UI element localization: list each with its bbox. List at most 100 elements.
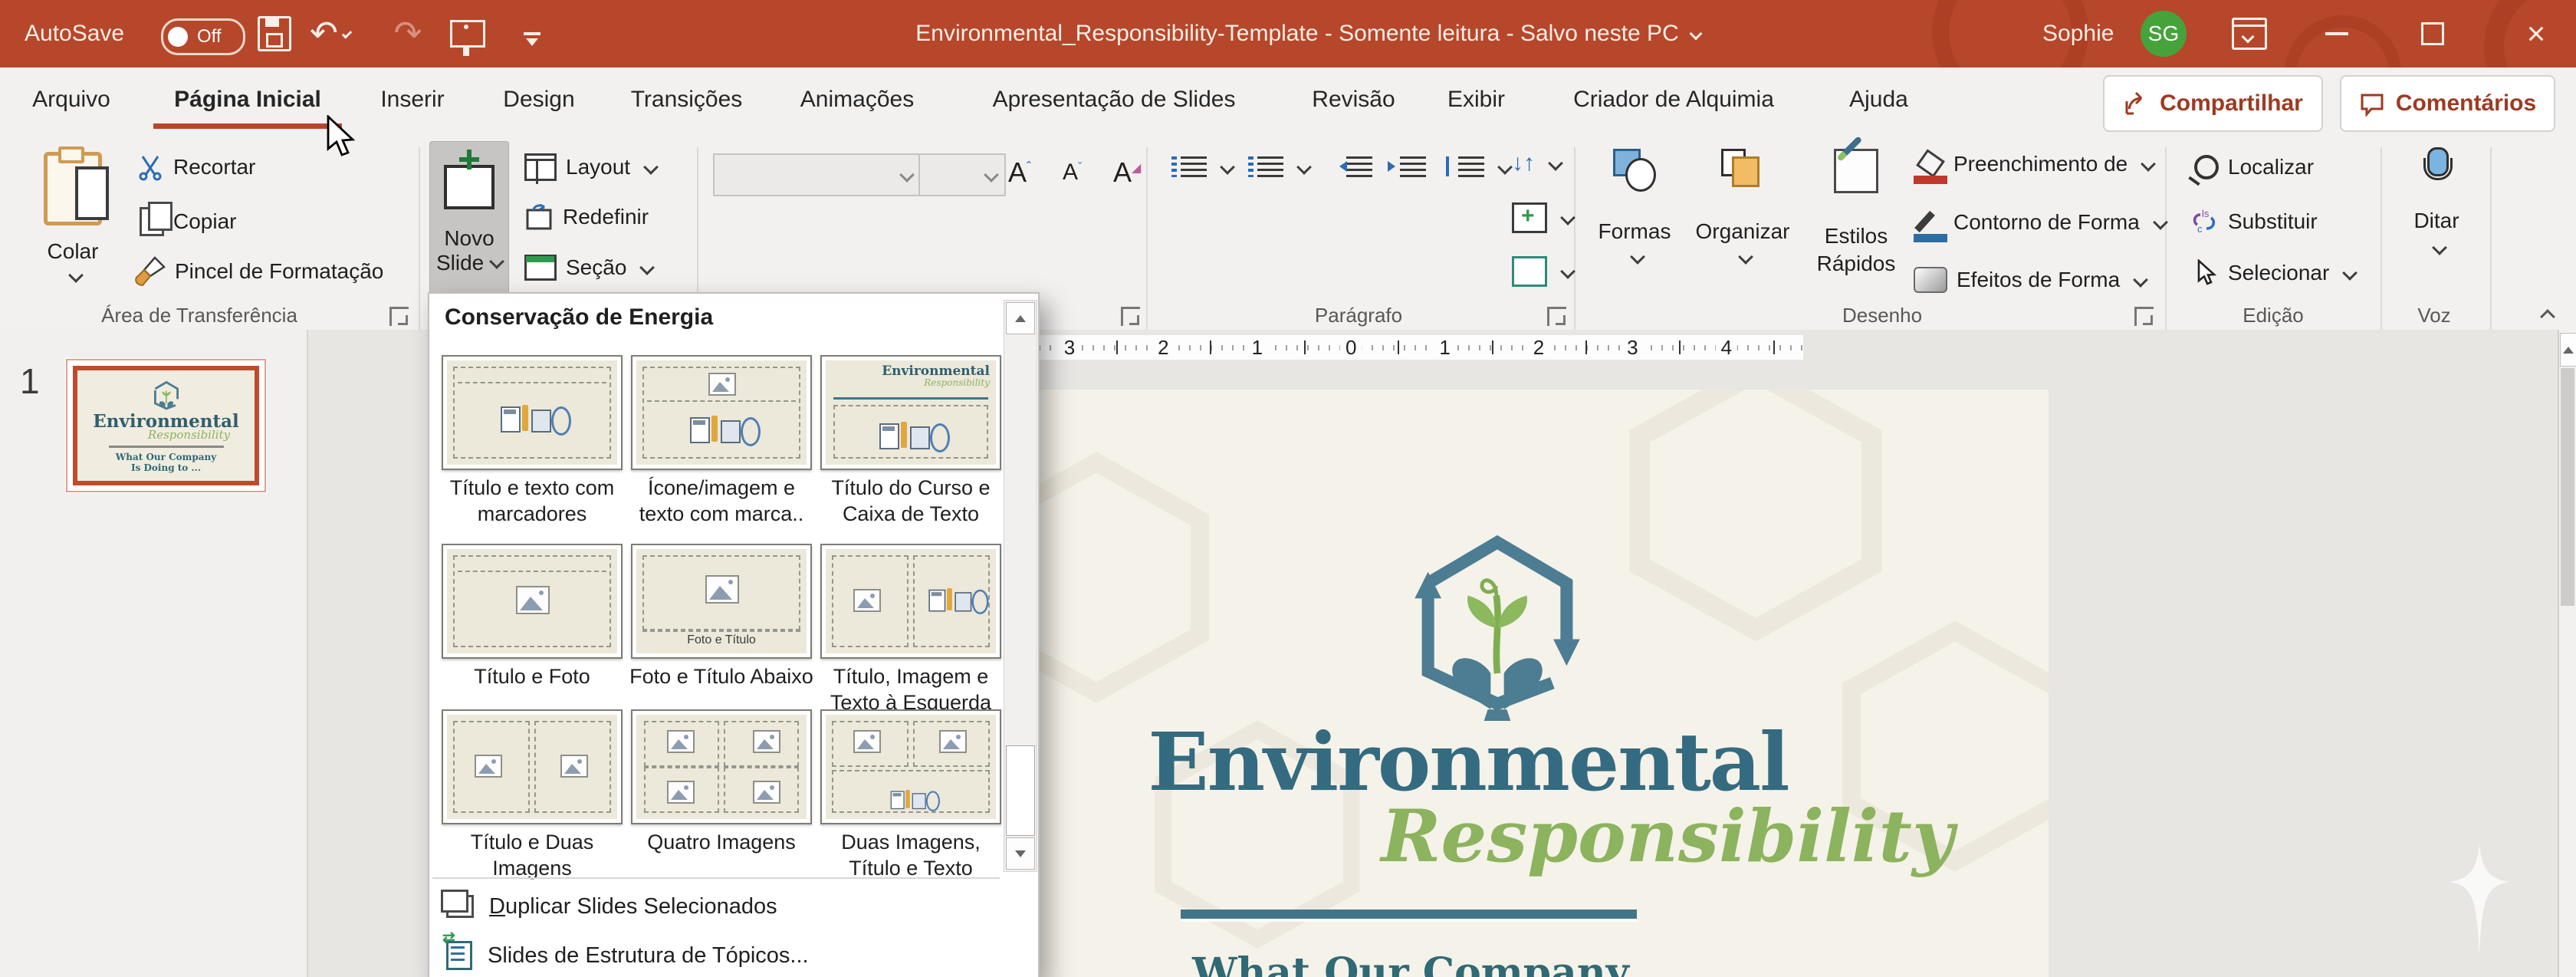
slide-title-responsibility[interactable]: Responsibility [1227,794,2049,879]
tab-inserir[interactable]: Inserir [360,67,465,132]
clear-formatting-button[interactable]: A◢ [1113,156,1141,189]
tab-apresenta-o-de-slides[interactable]: Apresentação de Slides [958,67,1270,132]
menu-scroll-down-button[interactable] [1006,837,1035,870]
layout-option-two-images[interactable]: Título e Duas Imagens [437,709,627,881]
quick-styles-icon [1834,149,1878,193]
thumbnail-subtitle: Responsibility [148,429,230,441]
avatar[interactable]: SG [2141,11,2187,57]
layout-option-photo[interactable]: Título e Foto [437,544,627,689]
layout-button[interactable]: Layout [524,153,656,181]
layout-option-course-title[interactable]: Environmental Responsibility Título do C… [816,355,1006,527]
chevron-down-icon [643,160,659,175]
document-title[interactable]: Environmental_Responsibility-Template - … [879,0,1737,67]
slides-from-outline-item[interactable]: Slides de Estrutura de Tópicos... [429,933,1017,977]
copy-button[interactable]: Copiar [140,207,236,236]
slide-subtitle-partial[interactable]: What Our Company [1073,949,1748,977]
tab-exibir[interactable]: Exibir [1430,67,1523,132]
layout-option-bullets[interactable]: Título e texto com marcadores [437,355,627,527]
tab-transi-es[interactable]: Transições [617,67,756,132]
paste-icon [44,152,102,225]
start-slideshow-button[interactable] [448,14,488,54]
minimize-button[interactable] [2308,0,2366,67]
align-text-button[interactable] [1512,202,1573,233]
scrollbar-thumb[interactable] [2561,368,2574,606]
duplicate-selected-slides-item[interactable]: Duplicar Slides Selecionados [429,884,1017,929]
undo-button[interactable]: ↶ [310,14,350,54]
grow-font-button[interactable]: Aˆ [1008,156,1031,189]
find-button[interactable]: Localizar [2194,155,2314,179]
tab-ajuda[interactable]: Ajuda [1832,67,1925,132]
paragraph-dialog-launcher[interactable] [1547,307,1566,326]
new-slide-button[interactable]: NovoSlide [429,141,509,296]
shape-outline-button[interactable]: Contorno de Forma [1914,210,2166,235]
menu-scroll-up-button[interactable] [1006,302,1035,334]
shapes-button[interactable]: Formas [1589,146,1681,269]
font-dialog-launcher[interactable] [1121,307,1140,326]
format-painter-icon [132,256,166,287]
slideshow-icon [450,20,485,48]
save-button[interactable] [255,14,294,54]
layout-option-icon-text[interactable]: Ícone/imagem e texto com marca.. [626,355,816,527]
layout-option-image-text-left[interactable]: Título, Imagem e Texto à Esquerda [816,544,1006,715]
chevron-down-icon [1560,210,1576,225]
arrange-button[interactable]: Organizar [1685,146,1800,269]
restore-icon [2421,22,2444,45]
layout-option-two-images-text[interactable]: Duas Imagens, Título e Texto [816,709,1006,881]
increase-indent-button[interactable] [1400,156,1426,177]
ribbon-display-options-button[interactable] [2229,14,2269,54]
decrease-indent-button[interactable] [1346,156,1372,177]
slide-thumbnail-1[interactable]: Environmental Responsibility What Our Co… [66,359,266,492]
layout-label: Duas Imagens, Título e Texto [816,829,1006,881]
layout-option-four-images[interactable]: Quatro Imagens [626,709,816,855]
ruler-number: 3 [1059,336,1080,359]
comments-button[interactable]: Comentários [2340,75,2555,132]
customize-quick-access-button[interactable] [512,14,552,54]
format-painter-button[interactable]: Pincel de Formatação [132,256,383,287]
paste-button[interactable]: Colar [23,146,123,305]
user-name[interactable]: Sophie [2042,0,2114,67]
share-icon [2123,90,2149,117]
restore-button[interactable] [2404,0,2462,67]
tab-anima-es[interactable]: Animações [786,67,928,132]
share-button[interactable]: Compartilhar [2103,75,2323,132]
chevron-down-icon [68,268,84,283]
line-spacing-button[interactable] [1458,156,1510,177]
shape-fill-button[interactable]: Preenchimento de [1914,152,2154,176]
clipboard-dialog-launcher[interactable] [389,307,409,326]
text-direction-button[interactable]: ↓↑ [1512,150,1561,176]
dictate-button[interactable]: Ditar [2390,147,2482,260]
tab-design[interactable]: Design [487,67,591,132]
new-slide-layout-menu: Conservação de Energia Título e texto co… [428,292,1040,977]
smartart-button[interactable] [1512,256,1573,287]
font-size-combo[interactable] [918,153,1006,196]
font-name-combo[interactable] [713,153,922,196]
quick-styles-button[interactable]: EstilosRápidos [1806,146,1906,278]
ribbon-tabs: Arquivo Página Inicial Inserir Design Transi… [0,67,2576,137]
slide-canvas[interactable]: Environmental Responsibility What Our Co… [1027,390,2049,977]
scroll-up-button[interactable] [2560,333,2576,367]
autosave-toggle[interactable]: Off [161,18,245,55]
editor-vertical-scrollbar[interactable] [2558,330,2576,977]
image-placeholder-icon [753,730,780,753]
shape-effects-button[interactable]: Efeitos de Forma [1914,267,2146,293]
redo-button[interactable]: ↷ [388,14,428,54]
tab-p-gina-inicial[interactable]: Página Inicial [153,67,342,132]
shrink-font-button[interactable]: Aˇ [1063,160,1082,186]
menu-scrollbar[interactable] [1004,300,1037,872]
replace-button[interactable]: lsc Substituir [2190,207,2318,236]
section-button[interactable]: Seção [524,255,652,281]
image-placeholder-icon [667,730,695,753]
numbering-button[interactable] [1257,156,1309,177]
reset-button[interactable]: Redefinir [524,204,649,230]
layout-label: Título, Imagem e Texto à Esquerda [816,663,1006,715]
bullets-button[interactable] [1181,156,1233,177]
tab-arquivo[interactable]: Arquivo [15,67,127,132]
layout-option-photo-title-below[interactable]: Foto e Título Foto e Título Abaixo [626,544,816,689]
tab-criador-de-alquimia[interactable]: Criador de Alquimia [1541,67,1806,132]
cut-button[interactable]: Recortar [136,153,255,181]
select-button[interactable]: Selecionar [2194,259,2355,287]
menu-scrollbar-thumb[interactable] [1006,745,1035,836]
chevron-down-icon [984,167,999,183]
tab-revis-o[interactable]: Revisão [1296,67,1411,132]
close-button[interactable]: × [2507,0,2565,67]
